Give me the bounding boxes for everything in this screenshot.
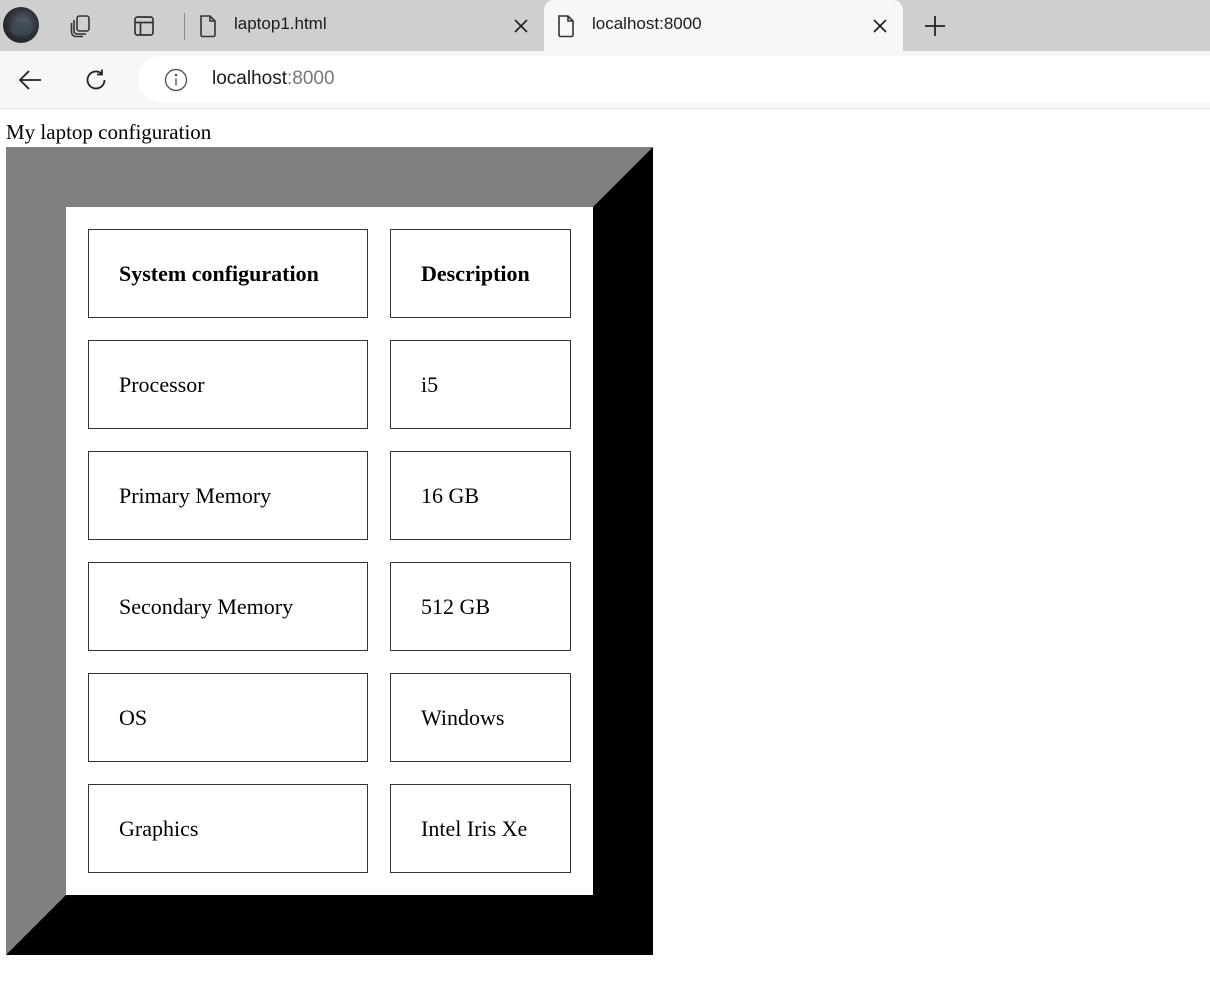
reload-button[interactable] bbox=[76, 60, 116, 100]
url-host: localhost bbox=[212, 68, 287, 89]
config-table-frame: System configuration Description Process… bbox=[6, 147, 653, 955]
url-port: :8000 bbox=[287, 68, 335, 89]
table-cell: Graphics bbox=[88, 784, 368, 873]
workspaces-icon bbox=[70, 15, 90, 38]
tab-separator bbox=[184, 13, 185, 40]
reload-icon bbox=[86, 69, 106, 90]
back-button[interactable] bbox=[10, 60, 50, 100]
table-cell: Processor bbox=[88, 340, 368, 429]
tab-actions-icon bbox=[134, 16, 154, 36]
table-cell: 16 GB bbox=[390, 451, 571, 540]
header-system-configuration: System configuration bbox=[88, 229, 368, 318]
tab-strip: laptop1.html localhost:8000 bbox=[0, 0, 1210, 51]
browser-toolbar: localhost:8000 bbox=[0, 51, 1210, 109]
url-text[interactable]: localhost:8000 bbox=[212, 68, 335, 90]
back-arrow-icon bbox=[18, 70, 41, 90]
table-cell: Secondary Memory bbox=[88, 562, 368, 651]
close-icon[interactable] bbox=[869, 15, 891, 37]
tab-label: laptop1.html bbox=[234, 14, 327, 33]
info-icon[interactable] bbox=[164, 68, 188, 97]
table-cell: i5 bbox=[390, 340, 571, 429]
config-table: System configuration Description Process… bbox=[88, 229, 571, 873]
page-icon bbox=[198, 14, 218, 43]
table-cell: OS bbox=[88, 673, 368, 762]
tab-actions-button[interactable] bbox=[125, 7, 163, 45]
tab-localhost[interactable]: localhost:8000 bbox=[544, 0, 903, 51]
table-cell: Intel Iris Xe bbox=[390, 784, 571, 873]
header-description: Description bbox=[390, 229, 571, 318]
table-cell: 512 GB bbox=[390, 562, 571, 651]
address-bar[interactable]: localhost:8000 bbox=[138, 56, 1210, 102]
tab-laptop1[interactable]: laptop1.html bbox=[186, 0, 542, 51]
workspaces-button[interactable] bbox=[62, 7, 100, 45]
new-tab-button[interactable] bbox=[917, 8, 953, 44]
table-cell: Windows bbox=[390, 673, 571, 762]
page-title: My laptop configuration bbox=[6, 120, 212, 144]
page-icon bbox=[556, 14, 576, 43]
table-cell: Primary Memory bbox=[88, 451, 368, 540]
profile-avatar[interactable] bbox=[3, 7, 39, 43]
tab-label: localhost:8000 bbox=[592, 14, 702, 33]
page-viewport: My laptop configuration System configura… bbox=[0, 109, 1210, 993]
close-icon[interactable] bbox=[510, 15, 532, 37]
plus-icon bbox=[925, 16, 945, 36]
